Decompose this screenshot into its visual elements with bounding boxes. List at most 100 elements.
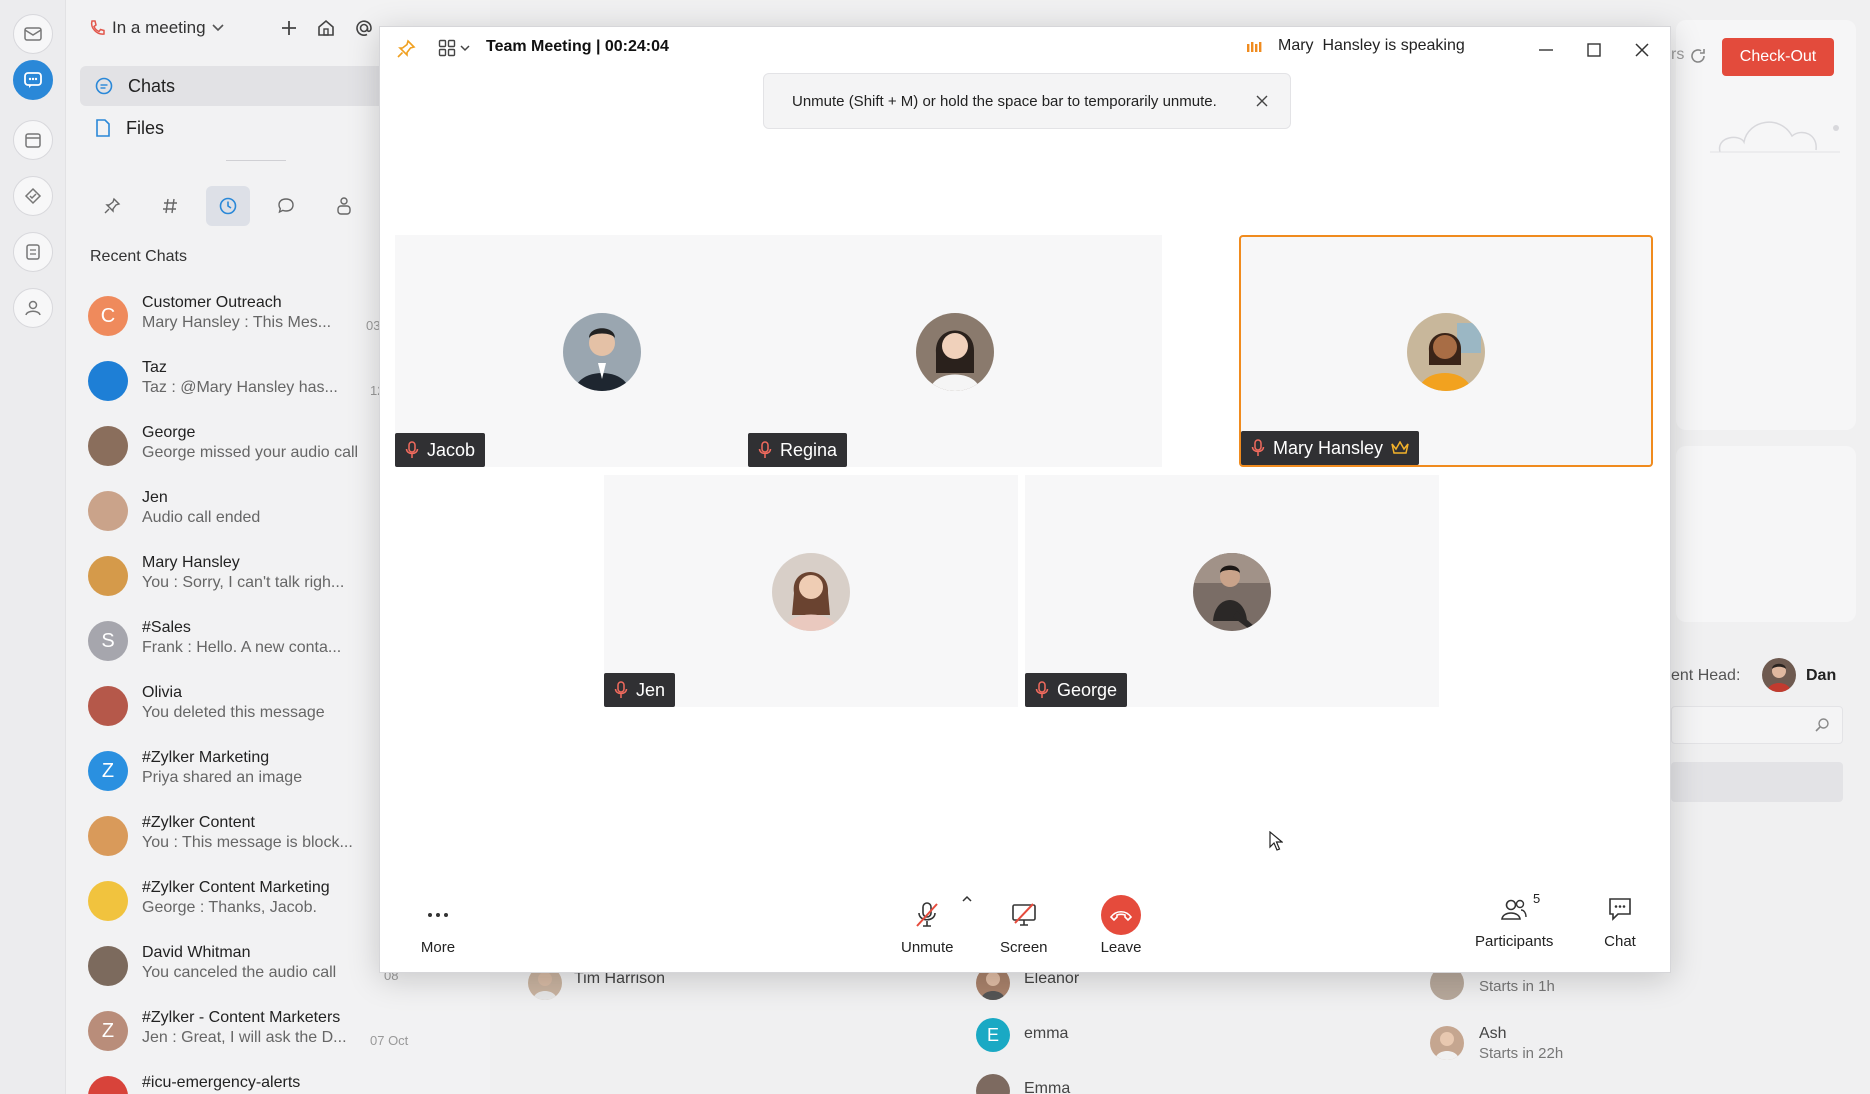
more-label: More <box>420 939 456 956</box>
connect-icon[interactable] <box>13 176 53 216</box>
mention-icon[interactable] <box>354 18 374 38</box>
participant-name: Jen <box>636 679 666 700</box>
leave-icon-wrapper <box>1099 893 1143 937</box>
avatar <box>1762 658 1796 692</box>
background-card <box>1676 20 1856 430</box>
participant-tile-active-speaker[interactable]: Mary Hansley <box>1239 235 1653 467</box>
home-icon[interactable] <box>316 18 336 38</box>
clock-icon[interactable] <box>206 186 250 226</box>
chat-name: Mary Hansley <box>142 554 240 571</box>
close-icon[interactable] <box>1252 91 1272 111</box>
participants-button[interactable]: Participants <box>1475 887 1553 950</box>
mic-muted-icon <box>905 893 949 937</box>
search-field[interactable] <box>1671 706 1843 744</box>
participant-name-tag: Jacob <box>395 433 486 467</box>
screen-share-button[interactable]: Screen <box>1000 893 1048 956</box>
avatar <box>1193 553 1271 631</box>
participant-name-tag: George <box>1025 673 1128 707</box>
chat-name: #Zylker Content <box>142 814 255 831</box>
nav-chats[interactable]: Chats <box>80 66 390 106</box>
meeting-name: Team Meeting | <box>486 38 605 55</box>
chat-name: #Zylker Content Marketing <box>142 879 330 896</box>
user-icon[interactable] <box>13 288 53 328</box>
calendar-icon[interactable] <box>13 120 53 160</box>
phone-icon <box>88 19 106 37</box>
document-icon[interactable] <box>13 232 53 272</box>
meeting-window: Team Meeting | 00:24:04 Mary Hansley is … <box>379 26 1671 973</box>
chat-filter-tabs <box>90 186 366 226</box>
chat-button[interactable]: Chat <box>1598 887 1642 950</box>
chat-preview: Audio call ended <box>142 509 261 526</box>
chat-preview: Priya shared an image <box>142 769 303 786</box>
chevron-down-icon <box>211 24 224 32</box>
chat-name: Customer Outreach <box>142 294 282 311</box>
more-button[interactable]: More <box>416 893 460 956</box>
participants-icon <box>1492 887 1536 931</box>
plus-icon[interactable] <box>280 19 298 37</box>
chat-name: Jen <box>142 489 168 506</box>
avatar: Z <box>88 1011 128 1051</box>
nav-files-label: Files <box>126 117 165 138</box>
avatar: C <box>88 296 128 336</box>
background-bar <box>1671 762 1843 802</box>
pin-icon[interactable] <box>396 39 416 59</box>
mic-muted-icon <box>1035 681 1049 699</box>
avatar <box>1430 1026 1464 1060</box>
chat-list-item[interactable]: #icu-emergency-alertsMedi Assist : Dynam… <box>88 1068 488 1094</box>
chat-name: Olivia <box>142 684 183 701</box>
contacts-icon[interactable] <box>322 186 366 226</box>
person-name: Ash <box>1479 1025 1507 1042</box>
chat-preview: Frank : Hello. A new conta... <box>142 639 342 656</box>
avatar <box>88 686 128 726</box>
unmute-hint-toast: Unmute (Shift + M) or hold the space bar… <box>763 73 1291 129</box>
chevron-up-icon[interactable] <box>962 895 972 902</box>
participant-tile[interactable]: George <box>1025 475 1439 707</box>
participants-label: Participants <box>1475 933 1554 950</box>
participant-tile[interactable]: Jacob <box>395 235 809 467</box>
refresh-icon[interactable] <box>1688 46 1708 66</box>
chat-preview: Mary Hansley : This Mes... <box>142 314 332 331</box>
check-out-button[interactable]: Check-Out <box>1722 38 1834 76</box>
pin-icon[interactable] <box>90 186 134 226</box>
avatar <box>88 491 128 531</box>
maximize-icon[interactable] <box>1576 35 1612 65</box>
meeting-title: Team Meeting | 00:24:04 <box>486 38 669 56</box>
background-card <box>1676 446 1856 622</box>
unmute-button[interactable]: Unmute <box>901 893 954 956</box>
participant-tile[interactable]: Regina <box>748 235 1162 467</box>
department-head-name: Dan <box>1806 667 1837 684</box>
file-icon <box>94 118 112 138</box>
avatar <box>88 816 128 856</box>
participant-name-tag: Mary Hansley <box>1241 431 1420 465</box>
chat-list-item[interactable]: Z #Zylker - Content Marketers Jen : Great,… <box>88 1003 488 1063</box>
cloud-illustration <box>1710 106 1850 166</box>
leave-label: Leave <box>1100 939 1142 956</box>
participant-name: Regina <box>780 439 838 460</box>
chat-preview: You : Sorry, I can't talk righ... <box>142 574 345 591</box>
meeting-start-time: Starts in 22h <box>1479 1045 1564 1062</box>
leave-button[interactable]: Leave <box>1099 893 1143 956</box>
avatar <box>916 313 994 391</box>
avatar: S <box>88 621 128 661</box>
status-selector[interactable]: In a meeting <box>88 18 224 38</box>
participant-name-tag: Jen <box>604 673 676 707</box>
message-icon[interactable] <box>264 186 308 226</box>
app-rail <box>0 0 66 1094</box>
layout-grid-icon[interactable] <box>438 39 470 57</box>
more-icon <box>416 893 460 937</box>
hash-icon[interactable] <box>148 186 192 226</box>
status-label: In a meeting <box>112 18 206 37</box>
divider <box>226 160 286 161</box>
nav-files[interactable]: Files <box>80 108 390 148</box>
chat-name: #Sales <box>142 619 191 636</box>
screen-share-off-icon <box>1002 893 1046 937</box>
chat-preview: You deleted this message <box>142 704 325 721</box>
search-icon[interactable] <box>1814 717 1830 733</box>
mail-icon[interactable] <box>13 14 53 54</box>
mic-muted-icon <box>1251 439 1265 457</box>
chat-bubble-icon[interactable] <box>13 60 53 100</box>
message-icon <box>94 76 114 96</box>
close-icon[interactable] <box>1624 35 1660 65</box>
participant-tile[interactable]: Jen <box>604 475 1018 707</box>
minimize-icon[interactable] <box>1528 35 1564 65</box>
